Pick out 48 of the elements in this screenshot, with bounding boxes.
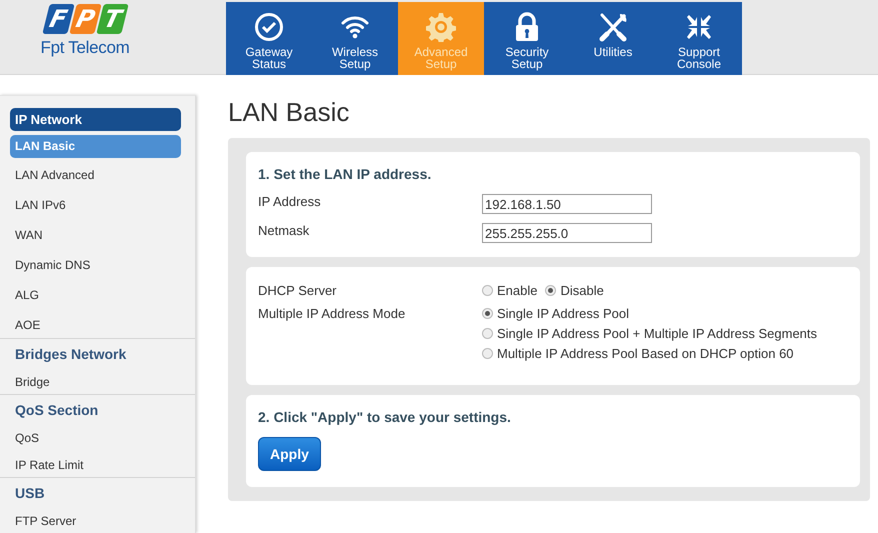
tools-icon (598, 12, 628, 42)
page-title: LAN Basic (228, 97, 350, 128)
sidebar-item[interactable]: ALG (10, 282, 181, 308)
logo-letter: F (42, 4, 74, 34)
sidebar-item[interactable]: LAN IPv6 (10, 192, 181, 218)
nav-tab[interactable]: Support Console (656, 2, 742, 75)
logo-name: Fpt Telecom (40, 38, 130, 58)
nav-tab[interactable]: Security Setup (484, 2, 570, 75)
option-label: Single IP Address Pool (497, 306, 630, 321)
nav-tab[interactable]: Gateway Status (226, 2, 312, 75)
radio-button[interactable] (482, 308, 493, 319)
sidebar-item[interactable]: FTP Server (10, 510, 181, 533)
input-field[interactable]: 255.255.255.0 (482, 223, 652, 243)
field-label: Netmask (258, 223, 310, 238)
sidebar-item[interactable]: QoS (10, 427, 181, 450)
nav-tab[interactable]: Wireless Setup (312, 2, 398, 75)
option-label: Disable (560, 283, 604, 298)
sidebar-heading[interactable]: IP Network (10, 108, 181, 131)
option-label: Single IP Address Pool + Multiple IP Address Segments (497, 326, 818, 341)
option-label: Multiple IP Address Pool Based on DHCP option 60 (497, 346, 794, 361)
sidebar-heading[interactable]: Bridges Network (10, 341, 181, 367)
radio-button[interactable] (482, 348, 493, 359)
radio-button[interactable] (482, 328, 493, 339)
logo-letter: T (96, 4, 128, 34)
field-label: IP Address (258, 194, 322, 209)
sidebar-item[interactable]: Dynamic DNS (10, 252, 181, 278)
arrows-in-icon (685, 13, 713, 41)
sidebar-item[interactable]: IP Rate Limit (10, 454, 181, 477)
radio-button[interactable] (482, 285, 493, 296)
lock-icon (514, 12, 540, 42)
apply-button[interactable]: Apply (258, 437, 321, 471)
sidebar-heading[interactable]: USB (10, 480, 181, 506)
field-label: Multiple IP Address Mode (258, 306, 406, 321)
field-label: DHCP Server (258, 283, 338, 298)
wifi-icon (340, 14, 370, 40)
sidebar-heading[interactable]: QoS Section (10, 397, 181, 423)
radio-button[interactable] (545, 285, 556, 296)
section-heading: 2. Click "Apply" to save your settings. (258, 409, 512, 425)
option-label: Enable (497, 283, 538, 298)
check-circle-icon (254, 12, 284, 42)
nav-tab[interactable]: Utilities (570, 2, 656, 75)
sidebar-item[interactable]: AOE (10, 312, 181, 338)
input-field[interactable]: 192.168.1.50 (482, 194, 652, 214)
sidebar-item[interactable]: Bridge (10, 371, 181, 394)
sidebar-item[interactable]: LAN Advanced (10, 162, 181, 188)
gear-icon (426, 12, 456, 42)
sidebar-item[interactable]: WAN (10, 222, 181, 248)
section-heading: 1. Set the LAN IP address. (258, 166, 432, 182)
